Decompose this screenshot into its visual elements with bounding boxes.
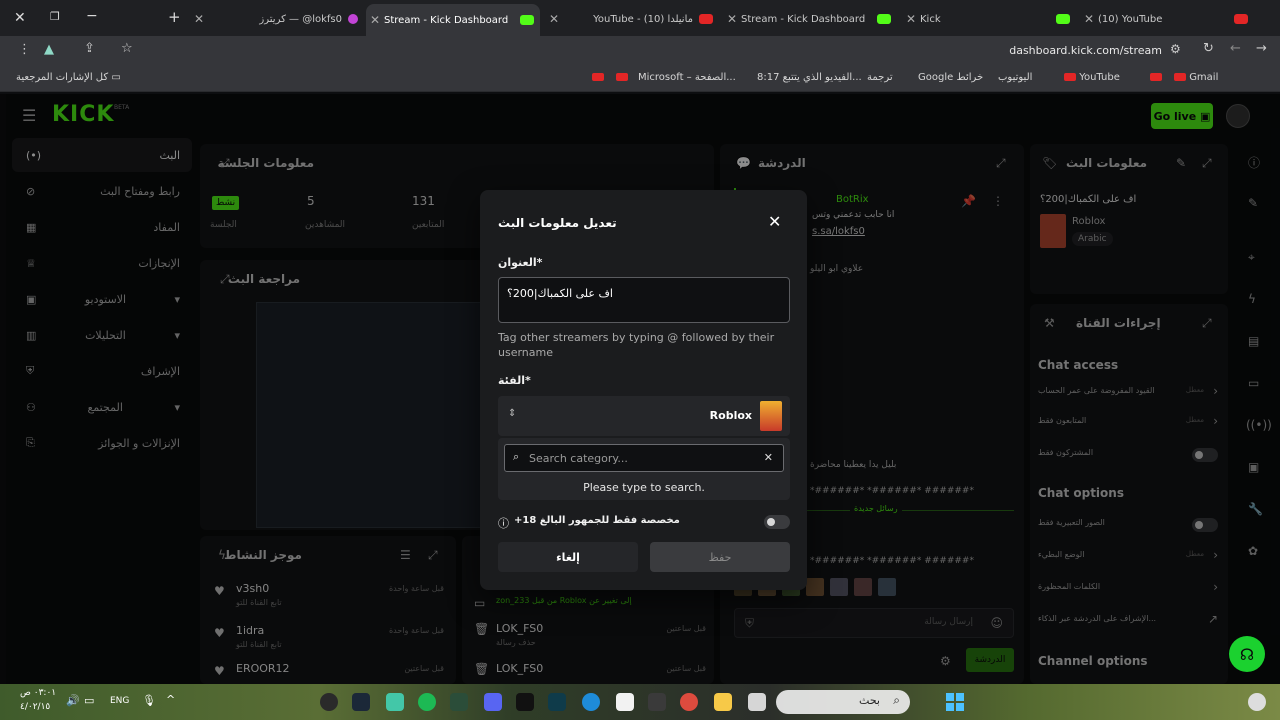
windows-start-icon[interactable]	[946, 693, 964, 711]
bookmark-page[interactable]: Microsoft – الصفحة...	[638, 72, 736, 83]
search-icon: ⌕	[513, 450, 520, 463]
bookmark-video[interactable]: 8:17 الفيديو الذي يتتبع...	[757, 72, 862, 83]
category-selected: Roblox	[709, 409, 752, 422]
share-icon[interactable]: ⇪	[84, 41, 95, 56]
tab-youtube-2[interactable]: ✕ (10) YouTube	[1080, 6, 1254, 32]
next-app-icon[interactable]	[516, 693, 534, 711]
select-arrows-icon: ⇕	[508, 408, 517, 419]
bookmark-maps[interactable]: Google خرائط	[918, 72, 983, 83]
tab-kick-dashboard-2[interactable]: ✕ Stream - Kick Dashboard	[723, 6, 897, 32]
kick-favicon-icon	[877, 14, 891, 24]
tab-kick-dashboard-active[interactable]: ✕ Stream - Kick Dashboard	[366, 4, 540, 36]
roblox-thumbnail	[760, 401, 782, 431]
kick-favicon-icon	[520, 15, 534, 25]
clock-date[interactable]: ٤/٠٢/١٥	[20, 702, 50, 712]
new-tab-icon[interactable]: +	[168, 8, 181, 26]
info-icon[interactable]: ⓘ	[498, 515, 509, 531]
bookmark-youtube-ar[interactable]: اليوتيوب	[998, 72, 1032, 83]
category-label: الفئة*	[498, 374, 531, 387]
file-explorer-icon[interactable]	[714, 693, 732, 711]
bookmark-gmail[interactable]: Gmail	[1174, 72, 1218, 83]
site-settings-icon[interactable]: ⚙	[1170, 42, 1181, 56]
clock-time[interactable]: ٠٣:٠١ ص	[20, 688, 56, 698]
app-icon[interactable]	[548, 693, 566, 711]
network-icon[interactable]: ▭	[84, 694, 94, 707]
bookmark-all[interactable]: كل الإشارات المرجعية ▭	[16, 72, 121, 83]
bookmark-yt-b[interactable]	[616, 72, 628, 83]
tab-close-icon[interactable]: ✕	[190, 12, 208, 26]
edge-icon[interactable]	[582, 693, 600, 711]
settings-app-icon[interactable]	[320, 693, 338, 711]
address-bar: ⋮ ▲ ⇪ ☆ dashboard.kick.com/stream ⚙ ↻ ← …	[0, 36, 1280, 66]
cancel-button[interactable]: إلغاء	[498, 542, 638, 572]
category-select[interactable]: ⇕ Roblox	[498, 396, 790, 436]
mature-content-label: مخصصة فقط للجمهور البالغ 18+	[514, 515, 680, 526]
tab-close-icon[interactable]: ✕	[545, 12, 563, 26]
app-icon[interactable]	[748, 693, 766, 711]
save-button[interactable]: حفظ	[650, 542, 790, 572]
tab-close-icon[interactable]: ✕	[902, 12, 920, 26]
show-hidden-icons-icon[interactable]: ^	[166, 693, 175, 706]
reload-icon[interactable]: ↻	[1203, 41, 1214, 56]
tab-youtube-1[interactable]: ✕ YouTube - (10) مانيلدا	[545, 6, 719, 32]
bookmark-yt-a[interactable]	[592, 72, 604, 83]
kick-favicon-icon	[1056, 14, 1070, 24]
bookmark-star-icon[interactable]: ☆	[121, 41, 133, 56]
search-icon: ⌕	[893, 693, 900, 707]
back-icon[interactable]: →	[1256, 41, 1267, 56]
store-icon[interactable]	[616, 693, 634, 711]
tab-close-icon[interactable]: ✕	[366, 13, 384, 27]
microphone-icon[interactable]: 🎙	[142, 694, 156, 707]
youtube-favicon-icon	[1234, 14, 1248, 24]
category-search-input[interactable]: ⌕ Search category... ✕	[504, 444, 784, 472]
terminal-icon[interactable]	[450, 693, 468, 711]
headset-icon: ☊	[1239, 644, 1255, 664]
tab-favicon-icon	[348, 14, 358, 24]
tab-lokfs0[interactable]: ✕ كريترز — @lokfs0	[190, 6, 364, 32]
mature-content-toggle[interactable]	[764, 515, 790, 529]
bookmarks-bar: كل الإشارات المرجعية ▭ Microsoft – الصفح…	[0, 66, 1280, 92]
bookmark-yt-c[interactable]	[1150, 72, 1162, 83]
bookmark-youtube[interactable]: YouTube	[1064, 72, 1120, 83]
search-hint-text: Please type to search.	[583, 481, 705, 494]
bookmark-translate[interactable]: ترجمة	[867, 72, 893, 83]
tab-close-icon[interactable]: ✕	[1080, 12, 1098, 26]
extension-icon[interactable]: ▲	[44, 42, 54, 57]
weather-icon[interactable]	[1248, 693, 1266, 711]
category-dropdown: ⌕ Search category... ✕ Please type to se…	[498, 438, 790, 500]
edit-stream-info-modal: تعديل معلومات البث ✕ العنوان* اف على الك…	[480, 190, 807, 590]
windows-taskbar: ٠٣:٠١ ص ٤/٠٢/١٥ 🔊 ▭ ENG 🎙 ^ بحث ⌕	[0, 684, 1280, 720]
volume-icon[interactable]: 🔊	[66, 694, 80, 707]
close-window-icon[interactable]: ✕	[14, 10, 26, 26]
restore-window-icon[interactable]: ❐	[50, 10, 60, 23]
forward-icon[interactable]: ←	[1230, 41, 1241, 56]
steam-icon[interactable]	[352, 693, 370, 711]
title-input[interactable]: اف على الكمباك|200؟	[498, 277, 790, 323]
language-indicator[interactable]: ENG	[110, 696, 129, 706]
discord-icon[interactable]	[484, 693, 502, 711]
menu-dots-icon[interactable]: ⋮	[18, 42, 31, 57]
app-icon[interactable]	[648, 693, 666, 711]
modal-title: تعديل معلومات البث	[498, 216, 617, 230]
close-icon[interactable]: ✕	[768, 212, 781, 231]
tab-close-icon[interactable]: ✕	[723, 12, 741, 26]
tab-kick[interactable]: ✕ Kick	[902, 6, 1076, 32]
spotify-icon[interactable]	[418, 693, 436, 711]
title-label: العنوان*	[498, 256, 543, 269]
support-chat-button[interactable]: ☊	[1229, 636, 1265, 672]
chrome-icon[interactable]	[680, 693, 698, 711]
minimize-window-icon[interactable]: −	[86, 8, 98, 24]
tag-hint-text: Tag other streamers by typing @ followed…	[498, 331, 775, 359]
url-field[interactable]: dashboard.kick.com/stream	[1009, 44, 1162, 57]
clear-search-icon[interactable]: ✕	[764, 451, 773, 464]
taskbar-search[interactable]: بحث ⌕	[776, 690, 910, 714]
browser-tab-bar: ✕ ❐ − + ✕ كريترز — @lokfs0 ✕ Stream - Ki…	[0, 0, 1280, 36]
app-icon[interactable]	[386, 693, 404, 711]
youtube-favicon-icon	[699, 14, 713, 24]
